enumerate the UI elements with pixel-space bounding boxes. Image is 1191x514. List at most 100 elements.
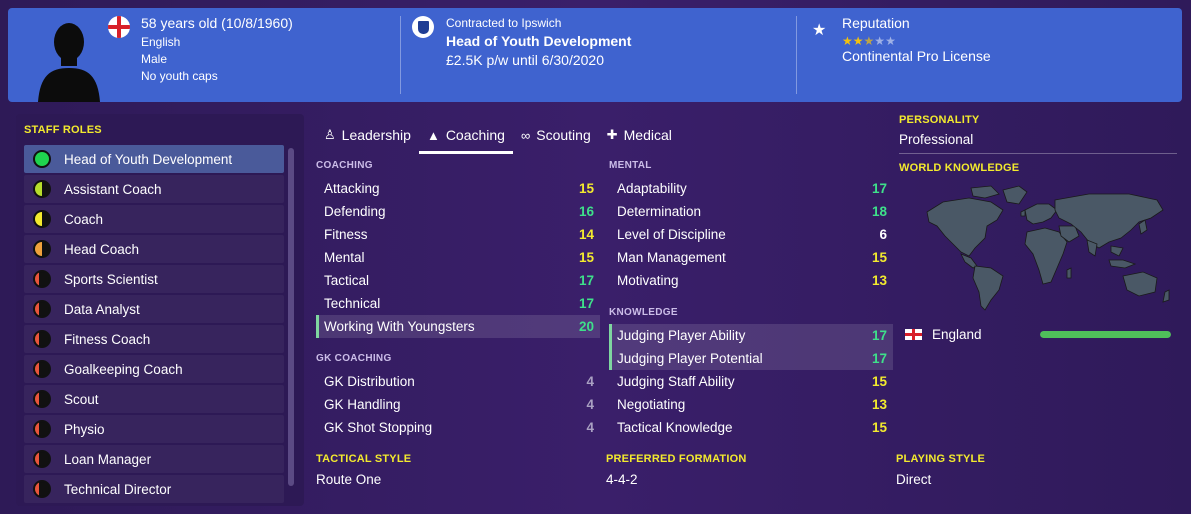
england-flag-icon: [905, 329, 922, 340]
star-icon: ★: [874, 34, 886, 48]
role-suitability-icon: [33, 300, 51, 318]
attribute-row[interactable]: Tactical Knowledge 15: [609, 416, 893, 439]
attribute-value: 15: [578, 181, 594, 196]
staff-role-item[interactable]: Head of Youth Development: [24, 145, 284, 173]
attribute-label: Fitness: [324, 227, 368, 242]
attribute-label: GK Handling: [324, 397, 401, 412]
attribute-row[interactable]: Negotiating 13: [609, 393, 893, 416]
attribute-row[interactable]: Mental 15: [316, 246, 600, 269]
personality-value: Professional: [899, 132, 974, 147]
attribute-value: 4: [586, 374, 594, 389]
attribute-row[interactable]: Adaptability 17: [609, 177, 893, 200]
binoculars-icon: ∞: [520, 127, 531, 143]
license: Continental Pro License: [842, 48, 991, 64]
coaching-section: COACHING Attacking 15 Defending 16 Fitness 14…: [316, 160, 600, 338]
gk-coaching-section: GK COACHING GK Distribution 4 GK Handling 4…: [316, 353, 600, 439]
role-suitability-icon: [33, 360, 51, 378]
role-suitability-icon: [33, 390, 51, 408]
right-panel: PERSONALITY Professional WORLD KNOWLEDGE: [899, 114, 1177, 342]
staff-roles-panel: STAFF ROLES Head of Youth Development Ass…: [16, 114, 304, 506]
role-suitability-icon: [33, 210, 51, 228]
role-suitability-icon: [33, 450, 51, 468]
star-icon: ★: [812, 22, 827, 39]
staff-role-item[interactable]: Technical Director: [24, 475, 284, 503]
nation-knowledge-bar: [1039, 331, 1171, 338]
attribute-value: 17: [578, 296, 594, 311]
attribute-value: 15: [578, 250, 594, 265]
attribute-row[interactable]: Judging Player Potential 17: [609, 347, 893, 370]
attribute-row[interactable]: Fitness 14: [316, 223, 600, 246]
tab-label: Leadership: [341, 127, 411, 143]
staff-role-item[interactable]: Sports Scientist: [24, 265, 284, 293]
staff-role-item[interactable]: Fitness Coach: [24, 325, 284, 353]
staff-role-item[interactable]: Data Analyst: [24, 295, 284, 323]
coaching-title: COACHING: [316, 160, 373, 171]
role-suitability-icon: [33, 270, 51, 288]
staff-roles-list: Head of Youth Development Assistant Coach…: [24, 145, 284, 505]
staff-role-item[interactable]: Goalkeeping Coach: [24, 355, 284, 383]
attribute-label: Attacking: [324, 181, 380, 196]
attribute-label: Judging Player Potential: [617, 351, 763, 366]
playing-style-title: PLAYING STYLE: [896, 453, 985, 465]
preferred-formation-title: PREFERRED FORMATION: [606, 453, 747, 465]
staff-role-label: Sports Scientist: [64, 271, 158, 287]
world-map[interactable]: [899, 182, 1177, 312]
reputation-label: Reputation: [842, 15, 910, 31]
attribute-row[interactable]: GK Handling 4: [316, 393, 600, 416]
attribute-tabs: ♙ Leadership ▲ Coaching ∞ Scouting ✚ Medical: [316, 122, 680, 154]
staff-role-item[interactable]: Scout: [24, 385, 284, 413]
roles-scrollbar[interactable]: [288, 148, 294, 486]
tab-scouting[interactable]: ∞ Scouting: [513, 122, 599, 148]
attribute-label: Negotiating: [617, 397, 686, 412]
attribute-row[interactable]: Technical 17: [316, 292, 600, 315]
attribute-row[interactable]: Working With Youngsters 20: [316, 315, 600, 338]
staff-header: 58 years old (10/8/1960) English Male No…: [8, 8, 1182, 102]
attribute-row[interactable]: Tactical 17: [316, 269, 600, 292]
attribute-row[interactable]: GK Distribution 4: [316, 370, 600, 393]
preferred-formation-value: 4-4-2: [606, 472, 638, 487]
attribute-row[interactable]: Determination 18: [609, 200, 893, 223]
staff-role-item[interactable]: Head Coach: [24, 235, 284, 263]
star-icon: ★: [863, 34, 875, 48]
staff-role-label: Physio: [64, 421, 105, 437]
attribute-row[interactable]: Judging Staff Ability 15: [609, 370, 893, 393]
wage-line: £2.5K p/w until 6/30/2020: [446, 52, 605, 68]
staff-role-item[interactable]: Physio: [24, 415, 284, 443]
attribute-row[interactable]: Defending 16: [316, 200, 600, 223]
staff-role-item[interactable]: Loan Manager: [24, 445, 284, 473]
staff-role-item[interactable]: Assistant Coach: [24, 175, 284, 203]
nation-knowledge-row[interactable]: England: [899, 327, 1177, 342]
contract-line[interactable]: Contracted to Ipswich: [446, 15, 561, 32]
attribute-label: GK Shot Stopping: [324, 420, 433, 435]
tab-medical[interactable]: ✚ Medical: [599, 122, 680, 148]
staff-role-item[interactable]: Coach: [24, 205, 284, 233]
attribute-label: Tactical Knowledge: [617, 420, 733, 435]
tactical-style-block: TACTICAL STYLE Route One: [316, 453, 411, 487]
attribute-row[interactable]: Level of Discipline 6: [609, 223, 893, 246]
attribute-row[interactable]: Man Management 15: [609, 246, 893, 269]
attribute-value: 6: [879, 227, 887, 242]
attribute-row[interactable]: Motivating 13: [609, 269, 893, 292]
nation-label: England: [931, 327, 982, 342]
preferred-formation-block: PREFERRED FORMATION 4-4-2: [606, 453, 746, 487]
staff-role-label: Data Analyst: [64, 301, 140, 317]
tab-coaching[interactable]: ▲ Coaching: [418, 122, 513, 154]
attribute-label: GK Distribution: [324, 374, 415, 389]
attribute-row[interactable]: GK Shot Stopping 4: [316, 416, 600, 439]
mental-section: MENTAL Adaptability 17 Determination 18 Leve…: [609, 160, 893, 292]
coaching-icon: ▲: [426, 127, 440, 143]
header-divider: [400, 16, 401, 94]
knowledge-section: KNOWLEDGE Judging Player Ability 17 Judgin…: [609, 307, 893, 439]
reputation-stars: ★★★★★: [842, 34, 896, 48]
personality-title: PERSONALITY: [899, 114, 980, 126]
tab-leadership[interactable]: ♙ Leadership: [316, 122, 419, 148]
staff-silhouette-avatar: [38, 23, 100, 102]
ipswich-badge-icon[interactable]: [412, 16, 434, 38]
attribute-value: 13: [871, 273, 887, 288]
attribute-row[interactable]: Judging Player Ability 17: [609, 324, 893, 347]
tab-label: Scouting: [536, 127, 591, 143]
attribute-value: 15: [871, 420, 887, 435]
leadership-icon: ♙: [324, 127, 336, 142]
attribute-row[interactable]: Attacking 15: [316, 177, 600, 200]
star-icon: ★: [885, 34, 896, 48]
